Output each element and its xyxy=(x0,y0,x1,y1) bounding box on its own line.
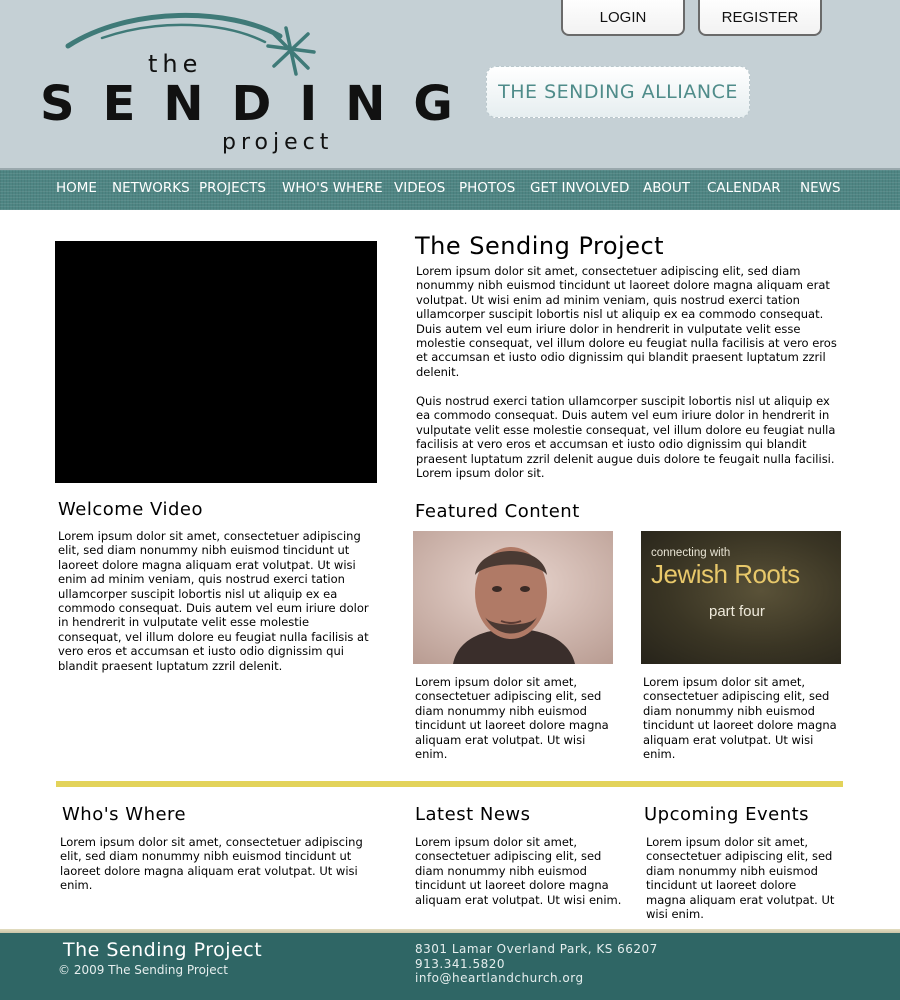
portrait-image-icon xyxy=(413,531,613,664)
nav-item-calendar[interactable]: CALENDAR xyxy=(707,180,781,196)
site-logo[interactable]: the SENDING project xyxy=(40,8,453,160)
whos-where-title: Who's Where xyxy=(62,804,187,825)
intro-paragraph-1: Lorem ipsum dolor sit amet, consectetuer… xyxy=(416,264,837,379)
thumbnail-caption-line3: part four xyxy=(709,603,765,620)
nav-item-videos[interactable]: VIDEOS xyxy=(394,180,445,196)
featured-thumbnail-2[interactable]: connecting with Jewish Roots part four xyxy=(641,531,841,664)
welcome-video-player[interactable] xyxy=(55,241,377,483)
nav-item-news[interactable]: NEWS xyxy=(800,180,841,196)
featured-item-2-text: Lorem ipsum dolor sit amet, consectetuer… xyxy=(643,675,837,762)
featured-content-title: Featured Content xyxy=(415,501,580,522)
sending-alliance-button[interactable]: THE SENDING ALLIANCE xyxy=(486,66,750,118)
whos-where-text: Lorem ipsum dolor sit amet, consectetuer… xyxy=(60,835,363,893)
thumbnail-caption-line2: Jewish Roots xyxy=(651,559,800,589)
footer-title: The Sending Project xyxy=(63,939,263,961)
register-button[interactable]: REGISTER xyxy=(698,0,822,36)
main-nav: HOME NETWORKS PROJECTS WHO'S WHERE VIDEO… xyxy=(0,168,900,210)
upcoming-events-text: Lorem ipsum dolor sit amet, consectetuer… xyxy=(646,835,835,922)
nav-item-networks[interactable]: NETWORKS xyxy=(112,180,190,196)
featured-thumbnail-1[interactable] xyxy=(413,531,613,664)
latest-news-title: Latest News xyxy=(415,804,531,825)
site-footer: The Sending Project © 2009 The Sending P… xyxy=(0,933,900,1000)
nav-item-projects[interactable]: PROJECTS xyxy=(199,180,266,196)
logo-text-sending: SENDING xyxy=(40,76,481,132)
footer-email-link[interactable]: info@heartlandchurch.org xyxy=(415,971,584,985)
welcome-video-text: Lorem ipsum dolor sit amet, consectetuer… xyxy=(58,529,369,673)
latest-news-text: Lorem ipsum dolor sit amet, consectetuer… xyxy=(415,835,622,907)
footer-phone: 913.341.5820 xyxy=(415,957,505,971)
featured-item-1-text: Lorem ipsum dolor sit amet, consectetuer… xyxy=(415,675,609,762)
footer-address: 8301 Lamar Overland Park, KS 66207 xyxy=(415,942,658,956)
logo-text-project: project xyxy=(222,130,334,155)
nav-item-about[interactable]: ABOUT xyxy=(643,180,690,196)
intro-paragraph-2: Quis nostrud exerci tation ullamcorper s… xyxy=(416,394,836,481)
thumbnail-caption-line1: connecting with xyxy=(651,547,731,559)
upcoming-events-title: Upcoming Events xyxy=(644,804,810,825)
nav-item-home[interactable]: HOME xyxy=(56,180,97,196)
nav-item-photos[interactable]: PHOTOS xyxy=(459,180,515,196)
welcome-video-title: Welcome Video xyxy=(58,499,203,520)
section-divider xyxy=(56,781,843,787)
logo-text-the: the xyxy=(148,50,203,78)
login-button[interactable]: LOGIN xyxy=(561,0,685,36)
nav-item-whos-where[interactable]: WHO'S WHERE xyxy=(282,180,383,196)
site-header: the SENDING project LOGIN REGISTER THE S… xyxy=(0,0,900,168)
footer-copyright: © 2009 The Sending Project xyxy=(58,963,228,977)
nav-item-get-involved[interactable]: GET INVOLVED xyxy=(530,180,629,196)
page-title: The Sending Project xyxy=(415,232,665,260)
